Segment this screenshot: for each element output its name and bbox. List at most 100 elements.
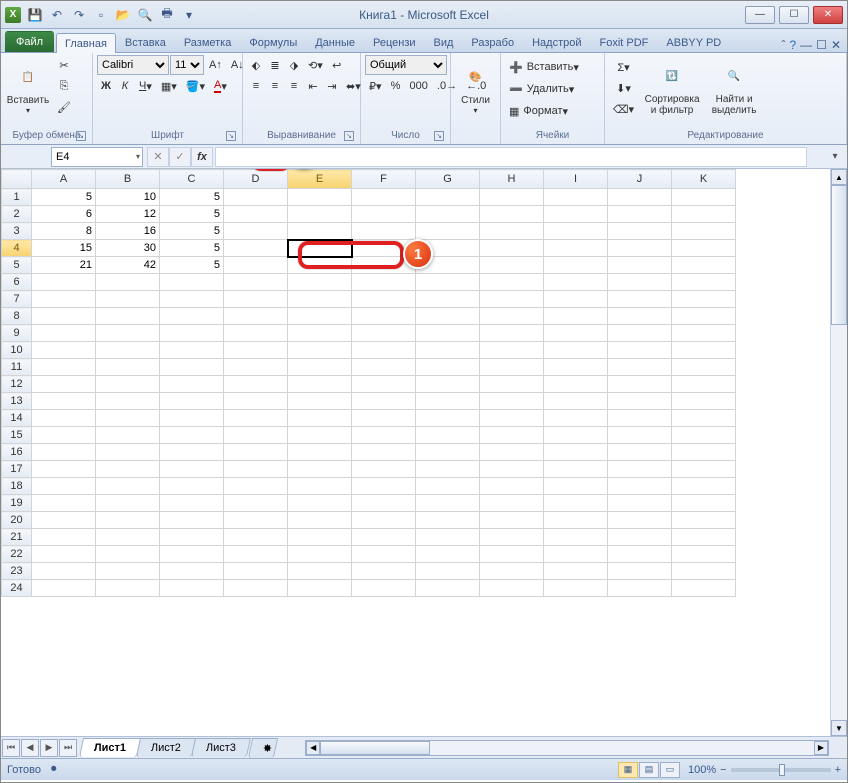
align-right-button[interactable]: ≡ — [285, 76, 303, 96]
cell[interactable]: 16 — [96, 223, 160, 240]
cell[interactable] — [224, 274, 288, 291]
cell[interactable] — [224, 580, 288, 597]
cell[interactable] — [96, 359, 160, 376]
cell[interactable] — [480, 376, 544, 393]
cell[interactable] — [160, 342, 224, 359]
cell[interactable] — [224, 563, 288, 580]
scroll-thumb[interactable] — [831, 185, 847, 325]
cell[interactable] — [32, 461, 96, 478]
qat-undo-icon[interactable]: ↶ — [47, 5, 67, 25]
cell[interactable] — [480, 580, 544, 597]
cell[interactable] — [544, 376, 608, 393]
view-pagebreak-button[interactable]: ▭ — [660, 762, 680, 778]
column-header[interactable]: H — [480, 170, 544, 189]
fill-button[interactable]: ⬇▾ — [609, 78, 638, 98]
cell[interactable] — [32, 308, 96, 325]
cell[interactable] — [672, 427, 736, 444]
row-header[interactable]: 15 — [2, 427, 32, 444]
cell[interactable] — [224, 189, 288, 206]
cell[interactable] — [160, 325, 224, 342]
cell[interactable] — [608, 189, 672, 206]
cell[interactable] — [224, 427, 288, 444]
cell[interactable]: 5 — [160, 257, 224, 274]
close-button[interactable]: ✕ — [813, 6, 843, 24]
tab-вид[interactable]: Вид — [425, 32, 463, 52]
cell[interactable] — [608, 376, 672, 393]
cell[interactable] — [672, 495, 736, 512]
cell[interactable] — [224, 359, 288, 376]
cell[interactable] — [288, 580, 352, 597]
cell[interactable] — [160, 563, 224, 580]
column-header[interactable]: C — [160, 170, 224, 189]
row-header[interactable]: 2 — [2, 206, 32, 223]
cell[interactable] — [672, 546, 736, 563]
cell[interactable] — [416, 206, 480, 223]
cell[interactable] — [416, 274, 480, 291]
cell[interactable]: 30 — [96, 240, 160, 257]
cell[interactable] — [608, 410, 672, 427]
cell[interactable] — [96, 580, 160, 597]
cell[interactable] — [672, 529, 736, 546]
row-header[interactable]: 8 — [2, 308, 32, 325]
row-header[interactable]: 11 — [2, 359, 32, 376]
cell[interactable] — [96, 444, 160, 461]
cell[interactable] — [544, 257, 608, 274]
cell[interactable] — [480, 461, 544, 478]
cell[interactable] — [480, 393, 544, 410]
cell[interactable] — [480, 529, 544, 546]
row-header[interactable]: 17 — [2, 461, 32, 478]
cell[interactable] — [160, 512, 224, 529]
cell[interactable] — [32, 580, 96, 597]
cell[interactable] — [352, 529, 416, 546]
cell[interactable]: 5 — [32, 189, 96, 206]
cell[interactable] — [608, 478, 672, 495]
cell[interactable] — [480, 546, 544, 563]
cell[interactable] — [608, 580, 672, 597]
cell[interactable] — [672, 240, 736, 257]
cell[interactable] — [480, 257, 544, 274]
cell[interactable]: 15 — [32, 240, 96, 257]
scroll-left-icon[interactable]: ◀ — [306, 741, 320, 755]
cell[interactable] — [672, 478, 736, 495]
cell[interactable] — [288, 206, 352, 223]
cell[interactable] — [96, 427, 160, 444]
cell[interactable] — [352, 325, 416, 342]
cell[interactable] — [416, 580, 480, 597]
cell[interactable] — [608, 461, 672, 478]
font-color-button[interactable]: A▾ — [210, 76, 231, 96]
cell[interactable] — [288, 240, 352, 257]
qat-open-icon[interactable]: 📂 — [113, 5, 133, 25]
row-header[interactable]: 6 — [2, 274, 32, 291]
cell[interactable] — [544, 410, 608, 427]
macro-record-icon[interactable]: ⏺ — [51, 763, 57, 776]
tab-file[interactable]: Файл — [5, 31, 54, 52]
tab-вставка[interactable]: Вставка — [116, 32, 175, 52]
cell[interactable] — [160, 495, 224, 512]
cell[interactable] — [224, 393, 288, 410]
cell[interactable] — [416, 410, 480, 427]
cell[interactable] — [32, 529, 96, 546]
cell[interactable] — [544, 461, 608, 478]
cell[interactable] — [672, 223, 736, 240]
cell[interactable] — [480, 325, 544, 342]
align-bottom-button[interactable]: ⬗ — [285, 55, 303, 75]
cell[interactable] — [288, 308, 352, 325]
grow-font-button[interactable]: A↑ — [205, 55, 226, 75]
fill-color-button[interactable]: 🪣▾ — [182, 76, 209, 96]
align-left-button[interactable]: ≡ — [247, 76, 265, 96]
cell[interactable] — [32, 393, 96, 410]
cell[interactable] — [224, 291, 288, 308]
cell[interactable] — [288, 223, 352, 240]
cell[interactable] — [480, 240, 544, 257]
cell[interactable] — [544, 427, 608, 444]
cell[interactable] — [480, 274, 544, 291]
cell[interactable] — [416, 376, 480, 393]
cell[interactable] — [672, 274, 736, 291]
cell[interactable] — [416, 291, 480, 308]
help-icon[interactable]: ? — [789, 38, 796, 52]
new-sheet-button[interactable]: ✸ — [248, 738, 278, 758]
cell[interactable] — [352, 546, 416, 563]
cell[interactable] — [288, 512, 352, 529]
border-button[interactable]: ▦▾ — [157, 76, 181, 96]
cell[interactable] — [288, 291, 352, 308]
